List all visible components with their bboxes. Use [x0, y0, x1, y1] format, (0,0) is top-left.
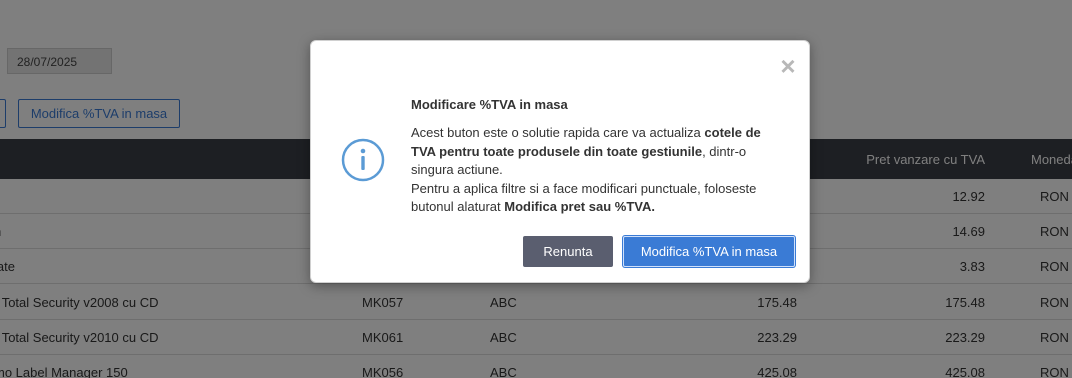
info-icon — [341, 138, 385, 182]
confirm-mass-vat-button[interactable]: Modifica %TVA in masa — [623, 236, 795, 267]
cancel-button[interactable]: Renunta — [523, 236, 613, 267]
modal-title: Modificare %TVA in masa — [411, 97, 568, 112]
mass-vat-modal: × Modificare %TVA in masa Acest buton es… — [310, 40, 810, 283]
body-text-1: Acest buton este o solutie rapida care v… — [411, 125, 705, 140]
close-icon[interactable]: × — [777, 53, 799, 79]
body-bold-2: Modifica pret sau %TVA. — [504, 199, 655, 214]
modal-body: Acest buton este o solutie rapida care v… — [411, 124, 786, 217]
